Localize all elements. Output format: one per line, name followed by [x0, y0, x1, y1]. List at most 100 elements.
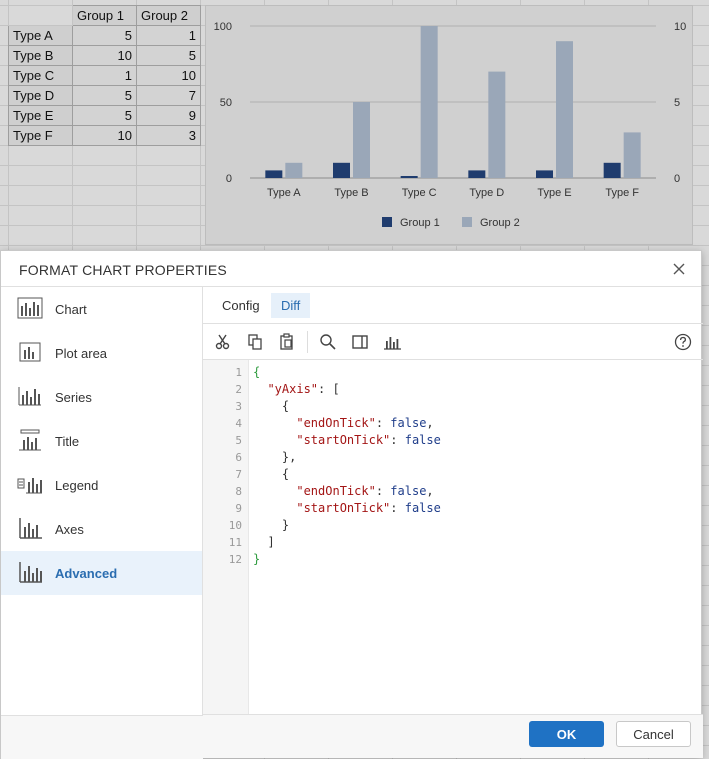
code-line[interactable]: "startOnTick": false [253, 501, 441, 515]
search-icon[interactable] [318, 332, 338, 352]
row-label-cell[interactable]: Type B [8, 45, 73, 66]
tab-config[interactable]: Config [212, 293, 270, 318]
y-left-tick-label: 100 [214, 21, 232, 33]
bar-group-2[interactable] [420, 26, 438, 178]
bar-group-1[interactable] [603, 162, 621, 178]
sidebar-item-chart[interactable]: Chart [1, 287, 202, 331]
panel-icon[interactable] [350, 332, 370, 352]
search-button[interactable] [318, 332, 338, 352]
scissors-icon[interactable] [213, 332, 233, 352]
sidebar-item-label: Axes [55, 522, 84, 537]
help-button[interactable] [673, 332, 693, 352]
sidebar-item-plot-area[interactable]: Plot area [1, 331, 202, 375]
axes-icon [17, 517, 43, 539]
line-number: 4 [235, 417, 242, 430]
sidebar-item-label: Series [55, 390, 92, 405]
bar-group-1[interactable] [536, 170, 553, 178]
group-2-cell[interactable]: 5 [136, 45, 201, 66]
help-icon[interactable] [673, 332, 693, 352]
dialog-header: FORMAT CHART PROPERTIES [1, 251, 701, 287]
header-group-1[interactable]: Group 1 [72, 5, 137, 26]
x-tick-label: Type F [605, 187, 639, 199]
group-2-cell[interactable]: 7 [136, 85, 201, 106]
code-line[interactable]: } [253, 518, 289, 532]
bar-group-2[interactable] [488, 71, 506, 178]
code-line[interactable]: "endOnTick": false, [253, 484, 433, 498]
sidebar-item-label: Title [55, 434, 80, 449]
group-2-cell[interactable]: 1 [136, 25, 201, 46]
group-1-cell[interactable]: 1 [72, 65, 137, 86]
legend-label[interactable]: Group 2 [480, 217, 520, 229]
bar-group-2[interactable] [623, 132, 641, 178]
x-tick-label: Type E [537, 187, 571, 199]
code-line[interactable]: { [253, 365, 260, 379]
row-label-cell[interactable]: Type E [8, 105, 73, 126]
sidebar-item-legend[interactable]: Legend [1, 463, 202, 507]
legend-label[interactable]: Group 1 [400, 217, 440, 229]
code-line[interactable]: } [253, 552, 260, 566]
group-2-cell[interactable]: 3 [136, 125, 201, 146]
line-number: 8 [235, 485, 242, 498]
row-label-cell[interactable]: Type A [8, 25, 73, 46]
chart[interactable]: 0 0 50 5 100 10 Type A Type B Type C Type D Type E… [205, 5, 693, 245]
line-number: 12 [228, 553, 242, 566]
code-line[interactable]: }, [253, 450, 296, 464]
group-1-cell[interactable]: 5 [72, 105, 137, 126]
close-icon[interactable] [669, 259, 689, 279]
x-tick-label: Type A [267, 187, 301, 199]
bar-group-1[interactable] [400, 176, 418, 178]
paste-button[interactable] [277, 332, 297, 352]
sidebar-item-advanced[interactable]: Advanced [1, 551, 202, 595]
sidebar-item-series[interactable]: Series [1, 375, 202, 419]
tab-diff[interactable]: Diff [271, 293, 311, 318]
paste-icon[interactable] [277, 332, 297, 352]
group-1-cell[interactable]: 5 [72, 85, 137, 106]
close-button[interactable] [669, 259, 689, 279]
bar-group-2[interactable] [353, 102, 370, 178]
line-number: 2 [235, 383, 242, 396]
y-left-tick-label: 50 [220, 97, 232, 109]
sidebar-item-title[interactable]: Title [1, 419, 202, 463]
bar-group-2[interactable] [285, 162, 303, 178]
bar-group-2[interactable] [556, 41, 573, 179]
line-number-gutter: 1 2 3 4 5 6 7 8 9 10 11 12 [203, 360, 249, 714]
bar-group-1[interactable] [333, 162, 350, 178]
group-2-cell[interactable]: 10 [136, 65, 201, 86]
group-1-cell[interactable]: 10 [72, 45, 137, 66]
code-line[interactable]: "yAxis": [ [253, 382, 339, 396]
group-2-cell[interactable]: 9 [136, 105, 201, 126]
code-line[interactable]: "endOnTick": false, [253, 416, 433, 430]
cut-button[interactable] [213, 332, 233, 352]
code-editor[interactable]: 1 2 3 4 5 6 7 8 9 10 11 12 { "yAxis": [ { "endOnTic… [203, 360, 703, 714]
advanced-icon [17, 561, 43, 583]
group-1-cell[interactable]: 5 [72, 25, 137, 46]
y-right-tick-label: 5 [674, 97, 680, 109]
table-row: Type F 10 3 [8, 125, 201, 146]
bar-group-1[interactable] [265, 170, 283, 178]
code-line[interactable]: { [253, 467, 289, 481]
bar-group-1[interactable] [468, 170, 486, 178]
copy-icon[interactable] [245, 332, 265, 352]
copy-button[interactable] [245, 332, 265, 352]
code-line[interactable]: "startOnTick": false [253, 433, 441, 447]
cancel-button[interactable]: Cancel [616, 721, 691, 747]
code-line[interactable]: ] [253, 535, 274, 549]
row-label-cell[interactable]: Type C [8, 65, 73, 86]
panel-button[interactable] [350, 332, 370, 352]
dialog-footer: OK Cancel [203, 714, 703, 758]
header-group-2[interactable]: Group 2 [136, 5, 201, 26]
sidebar-item-label: Plot area [55, 346, 108, 361]
y-left-tick-label: 0 [226, 173, 232, 185]
chart-preview-button[interactable] [382, 332, 402, 352]
sidebar-item-label: Advanced [55, 566, 118, 581]
group-1-cell[interactable]: 10 [72, 125, 137, 146]
format-chart-dialog: FORMAT CHART PROPERTIES Chart Plot area … [0, 250, 703, 759]
row-label-cell[interactable]: Type D [8, 85, 73, 106]
ok-button[interactable]: OK [529, 721, 604, 747]
sidebar-footer [1, 715, 203, 759]
row-label-cell[interactable]: Type F [8, 125, 73, 146]
line-number: 9 [235, 502, 242, 515]
sidebar-item-axes[interactable]: Axes [1, 507, 202, 551]
bar-chart-icon[interactable] [382, 332, 402, 352]
code-line[interactable]: { [253, 399, 289, 413]
